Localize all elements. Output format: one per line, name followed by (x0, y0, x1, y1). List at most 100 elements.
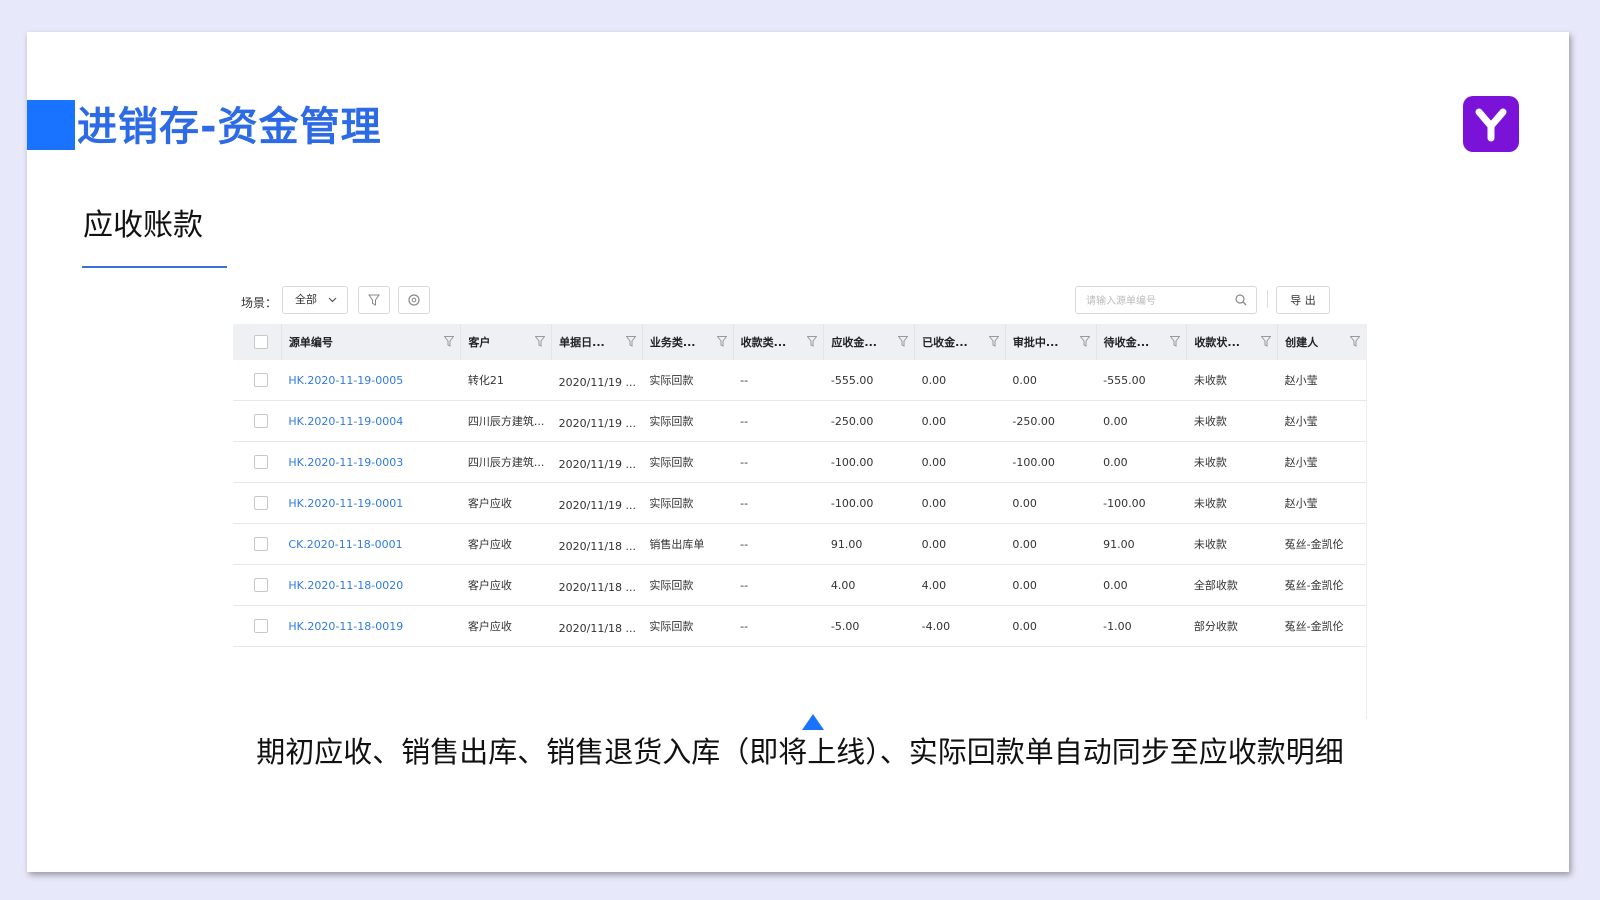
column-header[interactable]: 单据日... (551, 324, 643, 360)
table-row[interactable]: HK.2020-11-19-0003 四川辰方建筑... 2020/11/19 … (233, 441, 1367, 483)
table-cell: 菟丝-金凯伦 (1277, 564, 1367, 606)
table-cell: 客户应收 (460, 523, 552, 565)
column-header[interactable]: 收款类... (733, 324, 825, 360)
chevron-down-icon (328, 287, 337, 324)
table-row[interactable]: HK.2020-11-19-0004 四川辰方建筑... 2020/11/19 … (233, 400, 1367, 442)
column-header[interactable]: 应收金... (823, 324, 916, 360)
table-cell: 全部收款 (1186, 564, 1278, 606)
row-checkbox[interactable] (254, 619, 268, 633)
filter-icon[interactable] (988, 336, 1000, 350)
table-cell: 0.00 (914, 441, 1006, 483)
gear-icon[interactable] (398, 286, 430, 314)
filter-icon[interactable] (1079, 336, 1091, 350)
table-cell: -- (733, 523, 824, 565)
select-all-checkbox[interactable] (254, 335, 268, 349)
row-checkbox[interactable] (254, 455, 268, 469)
table-cell: 赵小莹 (1277, 441, 1367, 483)
row-select-cell (233, 482, 282, 524)
table-cell: 实际回款 (642, 605, 734, 647)
table-cell: 客户应收 (460, 605, 552, 647)
table-row[interactable]: HK.2020-11-18-0020 客户应收 2020/11/18 ... 实… (233, 564, 1367, 606)
subtitle-underline (82, 266, 227, 268)
search-input[interactable] (1084, 288, 1228, 314)
filter-icon[interactable] (1349, 336, 1361, 350)
column-header[interactable]: 创建人 (1277, 324, 1367, 360)
export-button[interactable]: 导 出 (1276, 286, 1330, 314)
row-select-cell (233, 605, 282, 647)
table-cell: 0.00 (914, 523, 1006, 565)
table-cell: 客户应收 (460, 482, 552, 524)
table-cell: 0.00 (1096, 400, 1187, 442)
row-checkbox[interactable] (254, 373, 268, 387)
column-header[interactable]: 源单编号 (281, 324, 462, 360)
table-cell: 0.00 (1005, 605, 1097, 647)
table-cell: 实际回款 (642, 441, 734, 483)
source-no-link[interactable]: CK.2020-11-18-0001 (281, 523, 461, 565)
table-cell: -- (733, 482, 824, 524)
source-no-link[interactable]: HK.2020-11-19-0003 (281, 441, 461, 483)
table-cell: 四川辰方建筑... (460, 441, 552, 483)
source-no-link[interactable]: HK.2020-11-19-0001 (281, 482, 461, 524)
search-icon[interactable] (1234, 293, 1248, 310)
scene-select[interactable]: 全部 (282, 286, 348, 314)
row-select-cell (233, 360, 282, 401)
table-cell: -555.00 (823, 360, 915, 401)
table-cell: -555.00 (1096, 360, 1187, 401)
filter-icon[interactable] (1169, 336, 1181, 350)
table-row[interactable]: HK.2020-11-19-0001 客户应收 2020/11/19 ... 实… (233, 482, 1367, 524)
table-cell: 2020/11/18 ... (551, 564, 643, 606)
filter-icon[interactable] (443, 336, 455, 350)
table-cell: 0.00 (1005, 564, 1097, 606)
row-checkbox[interactable] (254, 578, 268, 592)
column-header[interactable]: 客户 (460, 324, 553, 360)
table-cell: 转化21 (460, 360, 552, 401)
table-cell: 赵小莹 (1277, 400, 1367, 442)
row-checkbox[interactable] (254, 496, 268, 510)
table-cell: 四川辰方建筑... (460, 400, 552, 442)
arrow-up-icon (802, 714, 824, 730)
source-no-link[interactable]: HK.2020-11-18-0019 (281, 605, 461, 647)
table-cell: 4.00 (914, 564, 1006, 606)
filter-icon[interactable] (1260, 336, 1272, 350)
table-cell: 0.00 (1005, 360, 1097, 401)
filter-icon[interactable] (625, 336, 637, 350)
table-cell: -- (733, 605, 824, 647)
column-header[interactable]: 审批中... (1005, 324, 1097, 360)
table-row[interactable]: HK.2020-11-19-0005 转化21 2020/11/19 ... 实… (233, 360, 1367, 401)
source-no-link[interactable]: HK.2020-11-19-0005 (281, 360, 461, 401)
funnel-icon[interactable] (358, 286, 390, 314)
filter-icon[interactable] (534, 336, 546, 350)
column-header[interactable]: 已收金... (914, 324, 1006, 360)
table-cell: 0.00 (1005, 523, 1097, 565)
table-cell: -5.00 (823, 605, 915, 647)
table-cell: 实际回款 (642, 482, 734, 524)
source-no-link[interactable]: HK.2020-11-19-0004 (281, 400, 461, 442)
row-checkbox[interactable] (254, 414, 268, 428)
filter-icon[interactable] (806, 336, 818, 350)
table-cell: -4.00 (914, 605, 1006, 647)
row-checkbox[interactable] (254, 537, 268, 551)
source-no-link[interactable]: HK.2020-11-18-0020 (281, 564, 461, 606)
filter-icon[interactable] (897, 336, 909, 350)
table-cell: 2020/11/19 ... (551, 441, 643, 483)
column-header[interactable]: 收款状... (1186, 324, 1279, 360)
table-row[interactable]: HK.2020-11-18-0019 客户应收 2020/11/18 ... 实… (233, 605, 1367, 647)
filter-icon[interactable] (716, 336, 728, 350)
receivables-table: 源单编号 客户 单据日... 业务类... 收款类... 应收金... 已收金.… (233, 324, 1367, 647)
column-header[interactable]: 待收金... (1096, 324, 1188, 360)
column-header[interactable]: 业务类... (642, 324, 734, 360)
table-cell: 2020/11/18 ... (551, 605, 643, 647)
table-cell: 菟丝-金凯伦 (1277, 605, 1367, 647)
scene-select-value: 全部 (295, 293, 317, 306)
y-logo-icon (1463, 96, 1519, 152)
table-cell: -100.00 (1005, 441, 1097, 483)
table-cell: 实际回款 (642, 360, 734, 401)
title-accent-bar (27, 100, 75, 150)
table-cell: -250.00 (823, 400, 915, 442)
table-row[interactable]: CK.2020-11-18-0001 客户应收 2020/11/18 ... 销… (233, 523, 1367, 565)
table-cell: 91.00 (1096, 523, 1187, 565)
table-cell: 0.00 (1096, 564, 1187, 606)
table-toolbar: 场景： 全部 导 出 (233, 282, 1367, 322)
section-subtitle: 应收账款 (83, 208, 203, 243)
table-cell: 2020/11/19 ... (551, 482, 643, 524)
